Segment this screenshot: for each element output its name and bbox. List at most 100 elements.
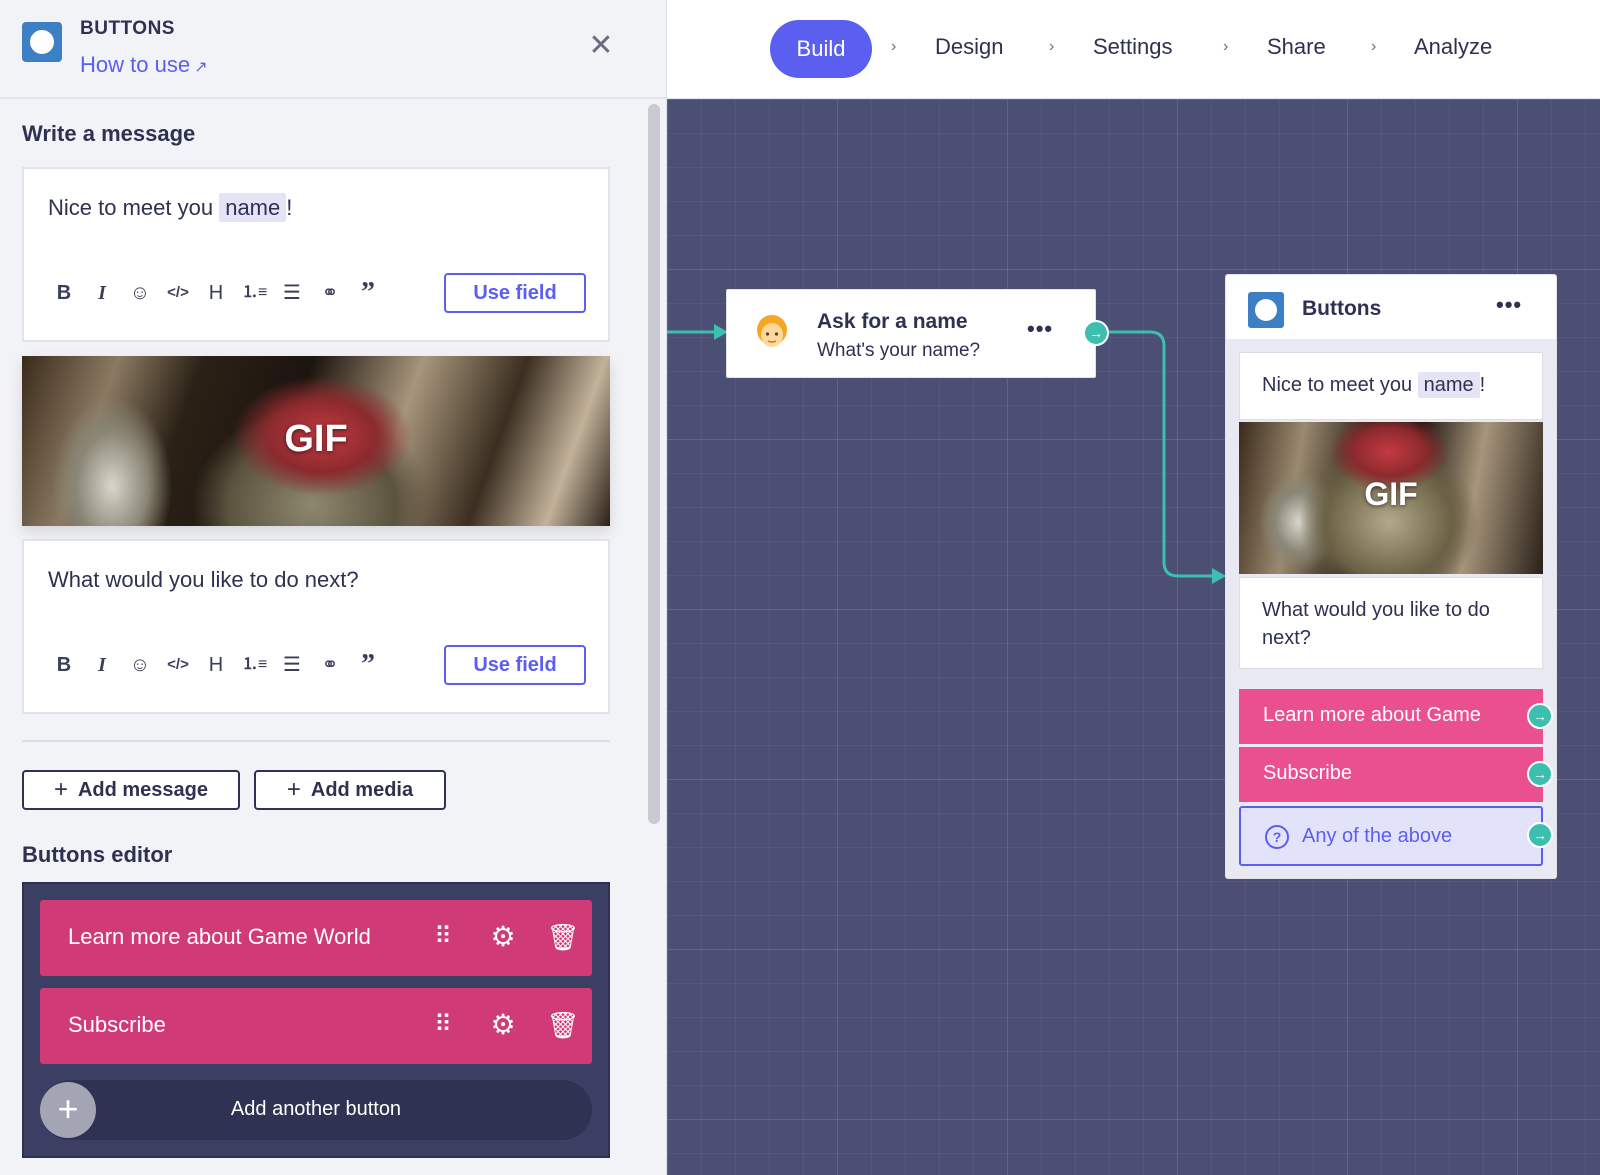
- more-options-icon[interactable]: •••: [1027, 316, 1053, 342]
- emoji-icon[interactable]: ☺: [128, 653, 152, 677]
- editor-button-row[interactable]: Subscribe ⠿ ⚙ 🗑: [40, 988, 592, 1064]
- panel-header: BUTTONS How to use ↗ ✕: [0, 0, 666, 99]
- bold-icon[interactable]: B: [52, 281, 76, 305]
- message-editor-1[interactable]: Nice to meet you name! B I ☺ </> H ⒈≡ ☰ …: [22, 167, 610, 342]
- bullet-list-icon[interactable]: ☰: [280, 281, 304, 305]
- buttons-block-icon: [1248, 292, 1284, 328]
- preview-button-subscribe[interactable]: Subscribe: [1239, 747, 1543, 802]
- step-settings[interactable]: Settings: [1093, 34, 1173, 60]
- buttons-editor: Learn more about Game World ⠿ ⚙ 🗑 Subscr…: [22, 882, 610, 1158]
- trash-icon[interactable]: 🗑: [546, 1008, 580, 1042]
- close-icon[interactable]: ✕: [588, 31, 614, 61]
- heading-icon[interactable]: H: [204, 281, 228, 305]
- bold-icon[interactable]: B: [52, 653, 76, 677]
- how-to-use-link[interactable]: How to use ↗: [80, 52, 207, 78]
- gear-icon[interactable]: ⚙: [486, 920, 520, 954]
- field-chip-name[interactable]: name: [219, 193, 287, 222]
- fallback-label: Any of the above: [1302, 825, 1453, 847]
- quote-icon[interactable]: ”: [356, 279, 380, 307]
- bullet-list-icon[interactable]: ☰: [280, 653, 304, 677]
- message-text-2[interactable]: What would you like to do next?: [48, 567, 359, 593]
- message-text-1[interactable]: Nice to meet you name!: [48, 193, 293, 222]
- drag-handle-icon[interactable]: ⠿: [426, 920, 460, 954]
- use-field-button[interactable]: Use field: [444, 273, 586, 313]
- editor-button-label[interactable]: Subscribe: [68, 1012, 166, 1038]
- link-icon[interactable]: ⚭: [318, 653, 342, 677]
- output-connector-icon[interactable]: →: [1527, 822, 1553, 848]
- step-design[interactable]: Design: [935, 34, 1003, 60]
- plus-icon: +: [286, 776, 301, 803]
- emoji-icon[interactable]: ☺: [128, 281, 152, 305]
- gear-icon[interactable]: ⚙: [486, 1008, 520, 1042]
- preview-message-2: What would you like to do next?: [1239, 577, 1543, 669]
- preview-gif: GIF: [1239, 422, 1543, 574]
- question-circle-icon: ?: [1265, 825, 1289, 849]
- ordered-list-icon[interactable]: ⒈≡: [242, 281, 267, 305]
- ask-node-title: Ask for a name: [817, 310, 968, 333]
- add-another-button[interactable]: + Add another button: [40, 1080, 592, 1140]
- preview-message-1: Nice to meet you name!: [1239, 352, 1543, 420]
- code-icon[interactable]: </>: [166, 281, 190, 305]
- buttons-node-title: Buttons: [1302, 297, 1382, 320]
- use-field-button[interactable]: Use field: [444, 645, 586, 685]
- drag-handle-icon[interactable]: ⠿: [426, 1008, 460, 1042]
- write-message-title: Write a message: [22, 121, 196, 146]
- message-editor-2[interactable]: What would you like to do next? B I ☺ </…: [22, 539, 610, 714]
- side-panel: BUTTONS How to use ↗ ✕ Write a message Ni…: [0, 0, 667, 1175]
- format-toolbar: B I ☺ </> H ⒈≡ ☰ ⚭ ”: [52, 651, 380, 679]
- gif-label: GIF: [284, 418, 348, 460]
- preview-message-text: Nice to meet you name!: [1262, 371, 1485, 399]
- preview-text-suffix: !: [1479, 374, 1486, 396]
- ordered-list-icon[interactable]: ⒈≡: [242, 653, 267, 677]
- section-divider: [22, 740, 610, 742]
- output-connector-icon[interactable]: →: [1527, 761, 1553, 787]
- format-toolbar: B I ☺ </> H ⒈≡ ☰ ⚭ ”: [52, 279, 380, 307]
- chevron-right-icon: ›: [1223, 38, 1229, 55]
- add-message-label: Add message: [77, 778, 209, 801]
- chevron-right-icon: ›: [1049, 38, 1055, 55]
- how-to-use-label: How to use: [80, 52, 191, 77]
- preview-field-chip: name: [1417, 372, 1480, 398]
- step-share[interactable]: Share: [1267, 34, 1326, 60]
- preview-button-label: Learn more about Game: [1263, 704, 1481, 726]
- add-media-label: Add media: [310, 778, 414, 801]
- preview-button-label: Subscribe: [1263, 762, 1352, 784]
- external-link-icon: ↗: [194, 59, 208, 76]
- preview-message-text: What would you like to do next?: [1262, 599, 1490, 649]
- italic-icon[interactable]: I: [90, 653, 114, 677]
- add-another-label: Add another button: [230, 1098, 402, 1120]
- step-build[interactable]: Build: [770, 20, 872, 78]
- quote-icon[interactable]: ”: [356, 651, 380, 679]
- add-message-button[interactable]: + Add message: [22, 770, 240, 810]
- code-icon[interactable]: </>: [166, 653, 190, 677]
- panel-title: BUTTONS: [80, 18, 175, 39]
- preview-text-prefix: Nice to meet you: [1262, 374, 1413, 396]
- trash-icon[interactable]: 🗑: [546, 920, 580, 954]
- italic-icon[interactable]: I: [90, 281, 114, 305]
- chevron-right-icon: ›: [1371, 38, 1377, 55]
- buttons-editor-title: Buttons editor: [22, 842, 173, 867]
- plus-icon: +: [53, 776, 68, 803]
- buttons-node-body: Nice to meet you name! GIF What would yo…: [1226, 339, 1556, 878]
- gif-label: GIF: [1364, 476, 1418, 512]
- heading-icon[interactable]: H: [204, 653, 228, 677]
- message-text-prefix: Nice to meet you: [48, 195, 214, 220]
- buttons-node[interactable]: Buttons ••• Nice to meet you name! GIF W…: [1225, 274, 1557, 879]
- add-media-button[interactable]: + Add media: [254, 770, 446, 810]
- preview-fallback-button[interactable]: ? Any of the above: [1239, 806, 1543, 866]
- ask-node-subtitle: What's your name?: [817, 340, 981, 361]
- panel-scrollbar[interactable]: [648, 104, 660, 824]
- preview-button-learn-more[interactable]: Learn more about Game: [1239, 689, 1543, 744]
- step-analyze[interactable]: Analyze: [1414, 34, 1492, 60]
- buttons-block-icon: [22, 22, 62, 62]
- message-text-suffix: !: [286, 195, 293, 220]
- step-navigation: Build › Design › Settings › Share › Anal…: [667, 0, 1600, 99]
- editor-button-label[interactable]: Learn more about Game World: [68, 924, 371, 950]
- more-options-icon[interactable]: •••: [1496, 292, 1522, 318]
- ask-name-node[interactable]: Ask for a name What's your name? ••• →: [726, 289, 1109, 378]
- output-connector-icon[interactable]: →: [1527, 703, 1553, 729]
- editor-button-row[interactable]: Learn more about Game World ⠿ ⚙ 🗑: [40, 900, 592, 976]
- output-connector-icon[interactable]: →: [1083, 320, 1109, 346]
- gif-media[interactable]: GIF: [22, 356, 610, 526]
- link-icon[interactable]: ⚭: [318, 281, 342, 305]
